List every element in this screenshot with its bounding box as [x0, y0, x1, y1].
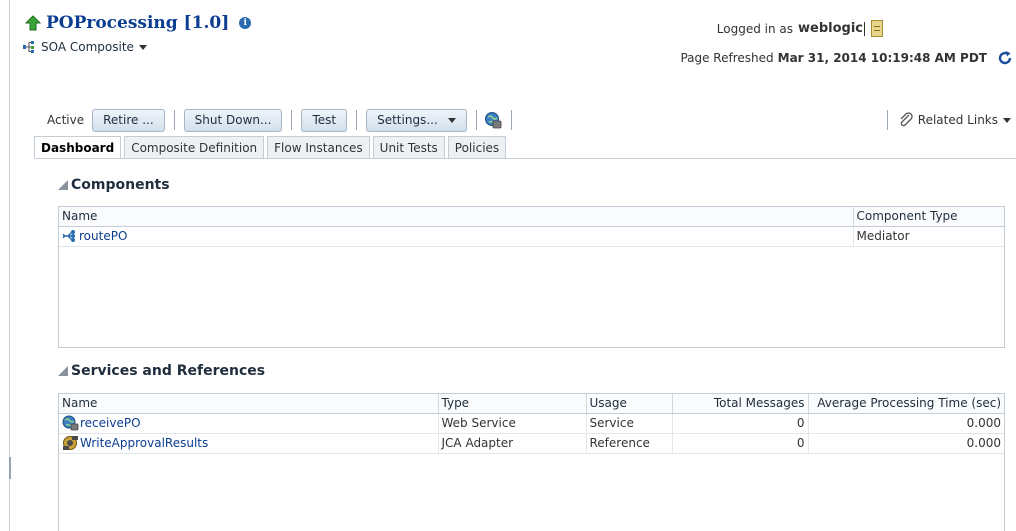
column-header-usage[interactable]: Usage [586, 394, 673, 414]
tab-unit-tests[interactable]: Unit Tests [372, 136, 445, 158]
refresh-icon[interactable] [997, 50, 1013, 66]
table-row[interactable]: routePO Mediator [59, 226, 1004, 247]
test-button[interactable]: Test [301, 108, 348, 132]
retire-button[interactable]: Retire ... [92, 108, 165, 132]
logged-in-label: Logged in as [716, 21, 793, 36]
shutdown-button[interactable]: Shut Down... [183, 108, 283, 132]
status-label: Active [47, 113, 85, 127]
refresh-info: Page Refreshed Mar 31, 2014 10:19:48 AM … [680, 50, 1016, 66]
column-header-component-type[interactable]: Component Type [853, 207, 1004, 227]
composite-menu[interactable]: SOA Composite [23, 40, 147, 54]
avg-time-cell: 0.000 [808, 413, 1004, 434]
components-table: Name Component Type routePO Mediator [58, 206, 1005, 348]
tab-policies[interactable]: Policies [447, 136, 507, 158]
column-header-name[interactable]: Name [59, 207, 854, 227]
chevron-down-icon [447, 117, 456, 123]
paperclip-icon [900, 112, 913, 127]
refreshed-label: Page Refreshed [680, 51, 774, 65]
tab-composite-definition[interactable]: Composite Definition [124, 136, 265, 158]
toolbar: Active Retire ... Shut Down... Test Sett… [47, 107, 1016, 133]
table-row[interactable]: WriteApprovalResults JCA Adapter Referen… [59, 433, 1004, 454]
web-service-icon [62, 415, 79, 431]
up-arrow-icon[interactable] [25, 15, 41, 31]
services-table: Name Type Usage Total Messages Average P… [58, 393, 1005, 531]
usage-cell: Service [586, 413, 673, 434]
avg-time-cell: 0.000 [808, 433, 1004, 454]
services-title: Services and References [71, 363, 266, 379]
reference-link-writeapprovalresults[interactable]: WriteApprovalResults [80, 436, 208, 450]
settings-button[interactable]: Settings... [366, 108, 467, 132]
related-links-label: Related Links [917, 113, 998, 127]
toolbar-separator [291, 110, 293, 130]
mediator-icon [62, 230, 75, 242]
components-title: Components [71, 177, 170, 193]
component-link-routepo[interactable]: routePO [79, 229, 127, 243]
related-links-menu[interactable]: Related Links [886, 110, 1011, 130]
jca-adapter-icon [63, 436, 78, 450]
chevron-down-icon [138, 44, 147, 50]
type-cell: JCA Adapter [438, 433, 587, 454]
username[interactable]: weblogic [798, 21, 863, 36]
table-header-row: Name Component Type [59, 207, 1004, 227]
left-frame-handle[interactable] [9, 457, 11, 479]
title-row: POProcessing [1.0] i [25, 13, 252, 33]
collapse-triangle-icon [58, 180, 68, 190]
column-header-name[interactable]: Name [59, 394, 439, 414]
page-header: POProcessing [1.0] i SOA Composite Logge… [23, 7, 1016, 67]
settings-label: Settings... [377, 113, 438, 127]
toolbar-separator [475, 110, 477, 130]
composite-icon [23, 41, 34, 53]
column-header-avg-processing-time[interactable]: Average Processing Time (sec) [808, 394, 1004, 414]
web-service-test-icon[interactable] [484, 111, 502, 129]
total-messages-cell: 0 [672, 413, 809, 434]
column-header-total-messages[interactable]: Total Messages [672, 394, 809, 414]
usage-cell: Reference [586, 433, 673, 454]
toolbar-separator [356, 110, 358, 130]
composite-type-label: SOA Composite [41, 40, 134, 54]
toolbar-separator [510, 110, 512, 130]
column-header-type[interactable]: Type [438, 394, 587, 414]
page-title: POProcessing [1.0] [46, 13, 230, 33]
table-header-row: Name Type Usage Total Messages Average P… [59, 394, 1004, 414]
components-section-header[interactable]: Components [58, 177, 170, 193]
tab-bar: Dashboard Composite Definition Flow Inst… [34, 136, 509, 159]
services-section-header[interactable]: Services and References [58, 363, 265, 379]
toolbar-separator [173, 110, 175, 130]
tab-flow-instances[interactable]: Flow Instances [267, 136, 370, 158]
service-link-receivepo[interactable]: receivePO [80, 416, 141, 430]
login-info: Logged in as weblogic [717, 20, 883, 37]
type-cell: Web Service [438, 413, 587, 434]
total-messages-cell: 0 [672, 433, 809, 454]
collapse-triangle-icon [58, 366, 68, 376]
refreshed-timestamp: Mar 31, 2014 10:19:48 AM PDT [777, 51, 987, 65]
info-icon[interactable]: i [239, 17, 252, 29]
component-type-cell: Mediator [853, 226, 1004, 247]
table-row[interactable]: receivePO Web Service Service 0 0.000 [59, 413, 1004, 434]
tab-divider [34, 158, 1016, 159]
left-frame-border [9, 0, 10, 531]
toolbar-separator [886, 110, 888, 130]
chevron-down-icon [1003, 117, 1011, 123]
server-icon[interactable] [871, 20, 883, 37]
text-cursor [864, 21, 865, 36]
tab-dashboard[interactable]: Dashboard [34, 136, 122, 159]
